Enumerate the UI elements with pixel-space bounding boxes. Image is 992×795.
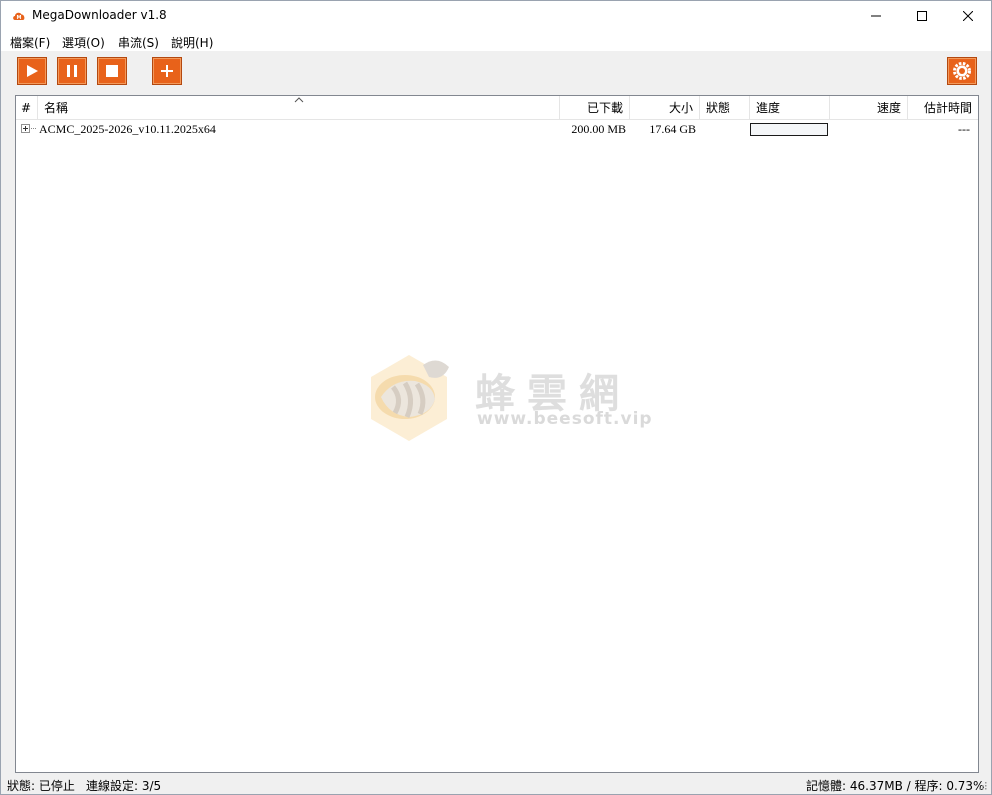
title-bar[interactable]: M MegaDownloader v1.8 bbox=[1, 1, 991, 31]
row-eta: --- bbox=[958, 122, 970, 136]
column-header-size[interactable]: 大小 bbox=[630, 96, 700, 120]
status-state: 狀態: 已停止 bbox=[7, 779, 75, 793]
menu-file[interactable]: 檔案(F) bbox=[10, 34, 50, 51]
column-header-downloaded[interactable]: 已下載 bbox=[560, 96, 630, 120]
play-icon bbox=[27, 65, 38, 77]
maximize-icon bbox=[917, 11, 927, 21]
column-header-status[interactable]: 狀態 bbox=[700, 96, 750, 120]
stop-button[interactable] bbox=[97, 57, 127, 85]
menu-help[interactable]: 說明(H) bbox=[171, 34, 213, 51]
row-downloaded: 200.00 MB bbox=[571, 122, 626, 136]
row-size: 17.64 GB bbox=[649, 122, 696, 136]
maximize-button[interactable] bbox=[899, 1, 945, 31]
sort-ascending-icon bbox=[294, 97, 304, 103]
pause-icon bbox=[67, 65, 77, 77]
list-header: # 名稱 已下載 大小 狀態 進度 速度 估計時間 bbox=[16, 96, 978, 120]
minimize-icon bbox=[871, 15, 881, 17]
row-status bbox=[706, 120, 750, 138]
row-speed bbox=[830, 120, 904, 138]
watermark: 蜂雲網 www.beesoft.vip bbox=[363, 351, 652, 446]
resize-grip-icon[interactable] bbox=[977, 780, 987, 790]
add-link-button[interactable] bbox=[152, 57, 182, 85]
menu-options[interactable]: 選項(O) bbox=[62, 34, 105, 51]
svg-text:M: M bbox=[17, 15, 22, 21]
gear-icon bbox=[953, 62, 971, 80]
column-header-progress[interactable]: 進度 bbox=[750, 96, 830, 120]
column-header-eta[interactable]: 估計時間 bbox=[908, 96, 978, 120]
close-button[interactable] bbox=[945, 1, 991, 31]
column-header-index[interactable]: # bbox=[16, 96, 38, 120]
start-button[interactable] bbox=[17, 57, 47, 85]
bee-logo-icon bbox=[371, 355, 449, 441]
settings-button[interactable] bbox=[947, 57, 977, 85]
app-window: M MegaDownloader v1.8 檔案(F) 選項(O) 串流(S) … bbox=[0, 0, 992, 795]
watermark-url: www.beesoft.vip bbox=[477, 409, 653, 429]
close-icon bbox=[963, 11, 973, 21]
toolbar bbox=[1, 51, 991, 91]
column-header-speed[interactable]: 速度 bbox=[830, 96, 908, 120]
pause-button[interactable] bbox=[57, 57, 87, 85]
status-connections: 連線設定: 3/5 bbox=[86, 779, 162, 793]
status-memory: 記憶體: 46.37MB / 程序: 0.73% bbox=[806, 779, 985, 793]
table-row[interactable]: ACMC_2025-2026_v10.11.2025x64 200.00 MB … bbox=[16, 120, 978, 138]
plus-icon bbox=[161, 65, 173, 77]
menu-bar: 檔案(F) 選項(O) 串流(S) 說明(H) bbox=[1, 31, 991, 51]
row-progress-bar bbox=[750, 123, 828, 136]
status-bar: 狀態: 已停止 連線設定: 3/5 記憶體: 46.37MB / 程序: 0.7… bbox=[1, 774, 991, 794]
menu-streaming[interactable]: 串流(S) bbox=[118, 34, 159, 51]
app-logo-icon: M bbox=[13, 12, 25, 21]
row-name: ACMC_2025-2026_v10.11.2025x64 bbox=[39, 122, 216, 136]
stop-icon bbox=[106, 65, 118, 77]
window-title: MegaDownloader v1.8 bbox=[32, 8, 167, 22]
minimize-button[interactable] bbox=[853, 1, 899, 31]
expand-toggle-icon[interactable] bbox=[21, 124, 30, 133]
tree-connector bbox=[31, 128, 36, 129]
